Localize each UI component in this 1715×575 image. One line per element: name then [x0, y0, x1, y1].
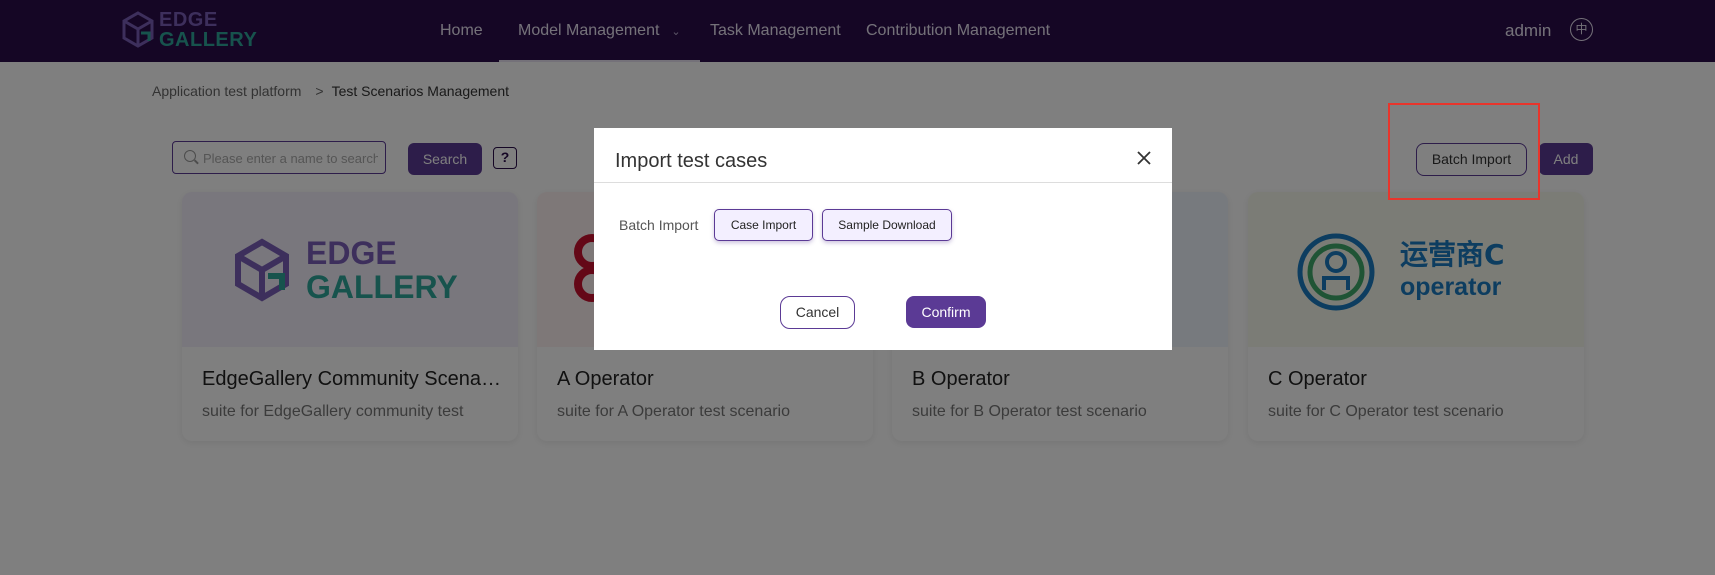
- sample-download-button[interactable]: Sample Download: [822, 209, 952, 241]
- confirm-button[interactable]: Confirm: [906, 296, 986, 328]
- dialog-title: Import test cases: [615, 150, 768, 172]
- divider: [594, 182, 1172, 183]
- highlight-box: [1388, 103, 1540, 200]
- batch-import-label: Batch Import: [619, 217, 699, 233]
- cancel-button[interactable]: Cancel: [780, 296, 855, 329]
- close-icon[interactable]: [1134, 148, 1154, 168]
- import-test-cases-dialog: Import test cases Batch Import Case Impo…: [594, 128, 1172, 350]
- case-import-button[interactable]: Case Import: [714, 209, 813, 241]
